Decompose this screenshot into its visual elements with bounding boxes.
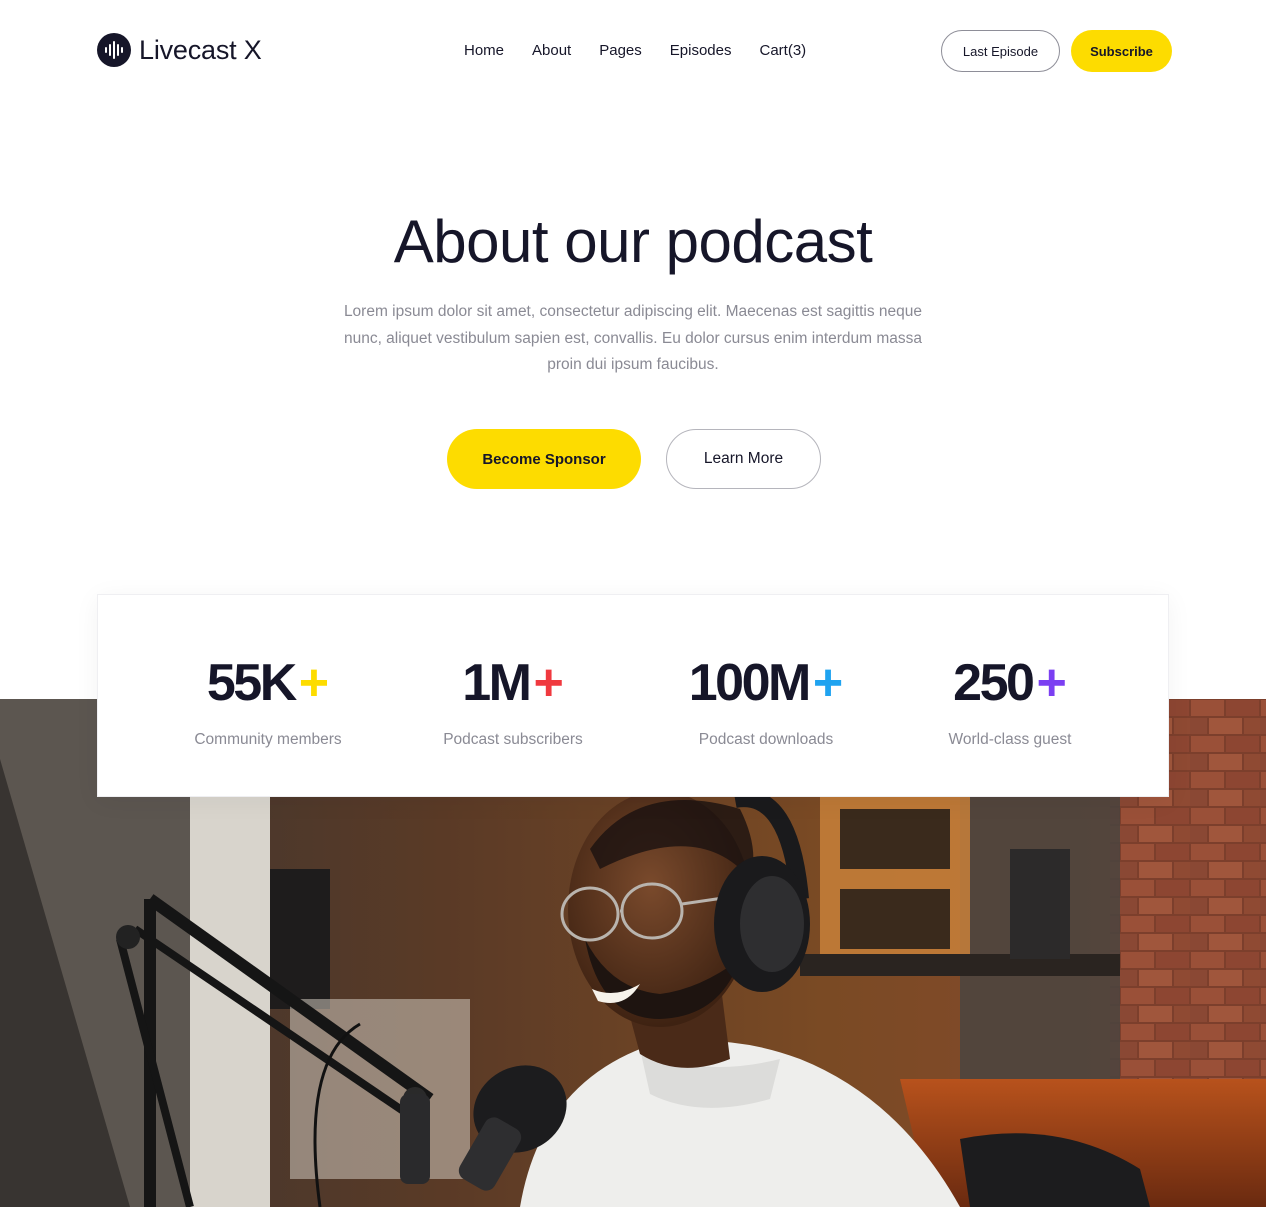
nav-home[interactable]: Home <box>450 41 518 61</box>
stat-community: 55K+ Community members <box>134 653 402 749</box>
site-header: Livecast X Home About Pages Episodes Car… <box>0 0 1266 102</box>
stat-label: Podcast downloads <box>698 731 834 748</box>
stat-label: World-class guest <box>948 731 1072 748</box>
main-nav: Home About Pages Episodes Cart(3) <box>450 41 820 61</box>
about-page: Livecast X Home About Pages Episodes Car… <box>0 0 1266 1207</box>
plus-icon: + <box>533 654 564 712</box>
sound-wave-icon <box>97 33 131 67</box>
stat-value: 100M+ <box>688 654 844 712</box>
subscribe-button[interactable]: Subscribe <box>1071 30 1172 72</box>
plus-icon: + <box>298 654 330 712</box>
last-episode-button[interactable]: Last Episode <box>941 30 1060 72</box>
plus-icon: + <box>1036 654 1067 712</box>
stat-subscribers: 1M+ Podcast subscribers <box>379 653 647 749</box>
brand-logo[interactable]: Livecast X <box>97 33 262 67</box>
stat-downloads: 100M+ Podcast downloads <box>632 653 900 749</box>
stat-value: 55K+ <box>206 654 330 712</box>
nav-pages[interactable]: Pages <box>585 41 656 61</box>
stat-value: 250+ <box>953 654 1067 712</box>
stat-label: Podcast subscribers <box>443 731 583 748</box>
nav-cart[interactable]: Cart(3) <box>745 41 820 61</box>
stat-label: Community members <box>194 731 342 748</box>
stat-guests: 250+ World-class guest <box>876 653 1144 749</box>
stats-card: 55K+ Community members 1M+ Podcast subsc… <box>97 594 1169 797</box>
become-sponsor-button[interactable]: Become Sponsor <box>447 429 641 489</box>
page-title: About our podcast <box>393 208 873 275</box>
brand-name: Livecast X <box>139 34 262 65</box>
hero-description: Lorem ipsum dolor sit amet, consectetur … <box>343 303 923 373</box>
stat-value: 1M+ <box>462 654 564 712</box>
plus-icon: + <box>812 654 844 712</box>
nav-about[interactable]: About <box>518 41 585 61</box>
nav-episodes[interactable]: Episodes <box>656 41 746 61</box>
learn-more-button[interactable]: Learn More <box>666 429 821 489</box>
